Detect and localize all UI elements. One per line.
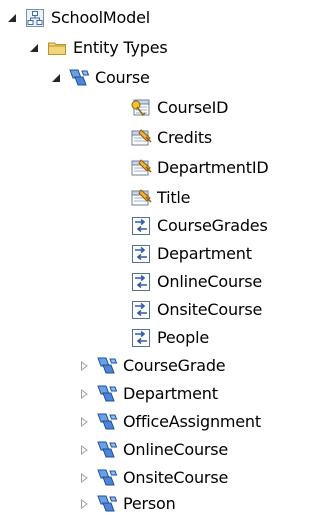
tree-item-onsitecourse-nav[interactable]: OnsiteCourse bbox=[130, 296, 262, 324]
tree-item-department[interactable]: Department bbox=[78, 380, 218, 408]
tree-item-title[interactable]: Title bbox=[130, 184, 190, 212]
collapsed-arrow-icon[interactable] bbox=[78, 498, 90, 510]
tree-item-officeassignment[interactable]: OfficeAssignment bbox=[78, 408, 261, 436]
entity-icon bbox=[96, 411, 118, 433]
property-icon bbox=[130, 127, 152, 149]
tree-item-label: CourseID bbox=[157, 98, 229, 117]
tree-item-label: Course bbox=[95, 68, 150, 87]
tree-item-departmentid[interactable]: DepartmentID bbox=[130, 154, 269, 182]
tree-item-label: CourseGrades bbox=[157, 216, 268, 235]
navigation-property-icon bbox=[130, 271, 152, 293]
tree-item-label: OnsiteCourse bbox=[157, 300, 263, 319]
tree-item-label: OnlineCourse bbox=[157, 272, 263, 291]
key-property-icon bbox=[130, 97, 152, 119]
tree-item-label: Title bbox=[157, 188, 191, 207]
collapsed-arrow-icon[interactable] bbox=[78, 360, 90, 372]
navigation-property-icon bbox=[130, 243, 152, 265]
tree-item-label: SchoolModel bbox=[51, 8, 150, 27]
model-icon bbox=[24, 7, 46, 29]
tree-item-label: Person bbox=[123, 494, 176, 513]
tree-item-label: OnsiteCourse bbox=[123, 468, 229, 487]
tree-item-label: Entity Types bbox=[73, 38, 168, 57]
property-icon bbox=[130, 187, 152, 209]
tree-item-people-nav[interactable]: People bbox=[130, 324, 209, 352]
tree-item-label: Credits bbox=[157, 128, 213, 147]
tree-item-coursegrade[interactable]: CourseGrade bbox=[78, 352, 226, 380]
tree-item-coursegrades[interactable]: CourseGrades bbox=[130, 212, 268, 240]
entity-icon bbox=[96, 493, 118, 515]
entity-model-tree: SchoolModel Entity Types Course CourseID… bbox=[0, 0, 302, 516]
entity-icon bbox=[96, 383, 118, 405]
tree-item-onlinecourse[interactable]: OnlineCourse bbox=[78, 436, 228, 464]
tree-item-schoolmodel[interactable]: SchoolModel bbox=[6, 4, 150, 32]
entity-icon bbox=[68, 67, 90, 89]
tree-item-person[interactable]: Person bbox=[78, 490, 176, 518]
entity-icon bbox=[96, 355, 118, 377]
tree-item-label: OnlineCourse bbox=[123, 440, 229, 459]
tree-item-course[interactable]: Course bbox=[50, 64, 150, 92]
tree-item-courseid[interactable]: CourseID bbox=[130, 94, 229, 122]
tree-item-credits[interactable]: Credits bbox=[130, 124, 212, 152]
collapsed-arrow-icon[interactable] bbox=[78, 472, 90, 484]
expanded-arrow-icon[interactable] bbox=[50, 72, 62, 84]
expanded-arrow-icon[interactable] bbox=[28, 42, 40, 54]
property-icon bbox=[130, 157, 152, 179]
navigation-property-icon bbox=[130, 327, 152, 349]
entity-icon bbox=[96, 467, 118, 489]
tree-item-label: People bbox=[157, 328, 209, 347]
tree-item-department-nav[interactable]: Department bbox=[130, 240, 252, 268]
expanded-arrow-icon[interactable] bbox=[6, 12, 18, 24]
tree-item-label: Department bbox=[123, 384, 218, 403]
tree-item-onlinecourse-nav[interactable]: OnlineCourse bbox=[130, 268, 262, 296]
tree-item-onsitecourse[interactable]: OnsiteCourse bbox=[78, 464, 228, 492]
entity-icon bbox=[96, 439, 118, 461]
folder-icon bbox=[46, 37, 68, 59]
collapsed-arrow-icon[interactable] bbox=[78, 444, 90, 456]
navigation-property-icon bbox=[130, 215, 152, 237]
collapsed-arrow-icon[interactable] bbox=[78, 388, 90, 400]
collapsed-arrow-icon[interactable] bbox=[78, 416, 90, 428]
tree-item-label: OfficeAssignment bbox=[123, 412, 261, 431]
tree-item-label: Department bbox=[157, 244, 252, 263]
navigation-property-icon bbox=[130, 299, 152, 321]
tree-item-label: DepartmentID bbox=[157, 158, 269, 177]
tree-item-entity-types[interactable]: Entity Types bbox=[28, 34, 168, 62]
tree-item-label: CourseGrade bbox=[123, 356, 226, 375]
